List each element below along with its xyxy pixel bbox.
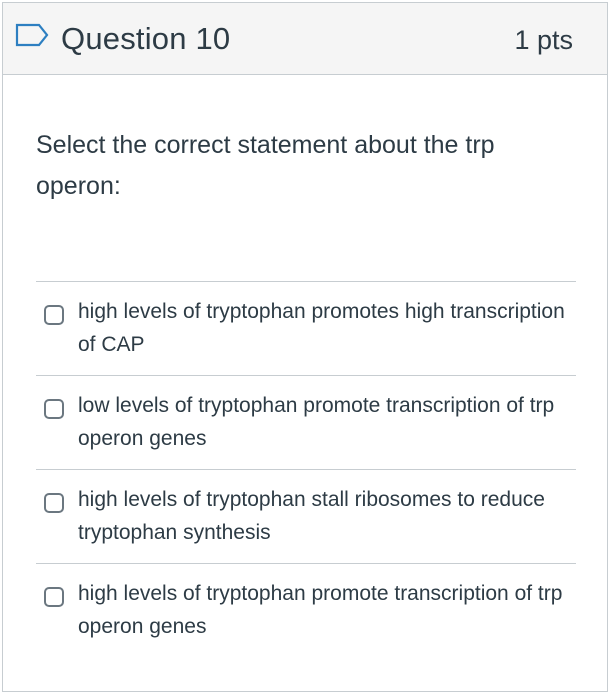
- radio-button[interactable]: [44, 399, 64, 419]
- answer-option[interactable]: high levels of tryptophan stall ribosome…: [36, 469, 576, 563]
- answer-label[interactable]: high levels of tryptophan stall ribosome…: [78, 483, 570, 549]
- question-header: Question 10 1 pts: [3, 3, 607, 75]
- radio-button[interactable]: [44, 587, 64, 607]
- answer-label[interactable]: high levels of tryptophan promote transc…: [78, 577, 570, 643]
- radio-button[interactable]: [44, 305, 64, 325]
- question-title: Question 10: [61, 21, 231, 56]
- question-card: Question 10 1 pts Select the correct sta…: [2, 2, 608, 692]
- answer-label[interactable]: low levels of tryptophan promote transcr…: [78, 389, 570, 455]
- answer-option[interactable]: high levels of tryptophan promotes high …: [36, 281, 576, 375]
- question-text: Select the correct statement about the t…: [36, 131, 495, 200]
- answer-option[interactable]: low levels of tryptophan promote transcr…: [36, 375, 576, 469]
- radio-button[interactable]: [44, 493, 64, 513]
- flag-icon[interactable]: [15, 23, 49, 47]
- answer-option[interactable]: high levels of tryptophan promote transc…: [36, 563, 576, 657]
- question-points: 1 pts: [514, 25, 573, 55]
- answer-label[interactable]: high levels of tryptophan promotes high …: [78, 295, 570, 361]
- answer-list: high levels of tryptophan promotes high …: [36, 281, 576, 657]
